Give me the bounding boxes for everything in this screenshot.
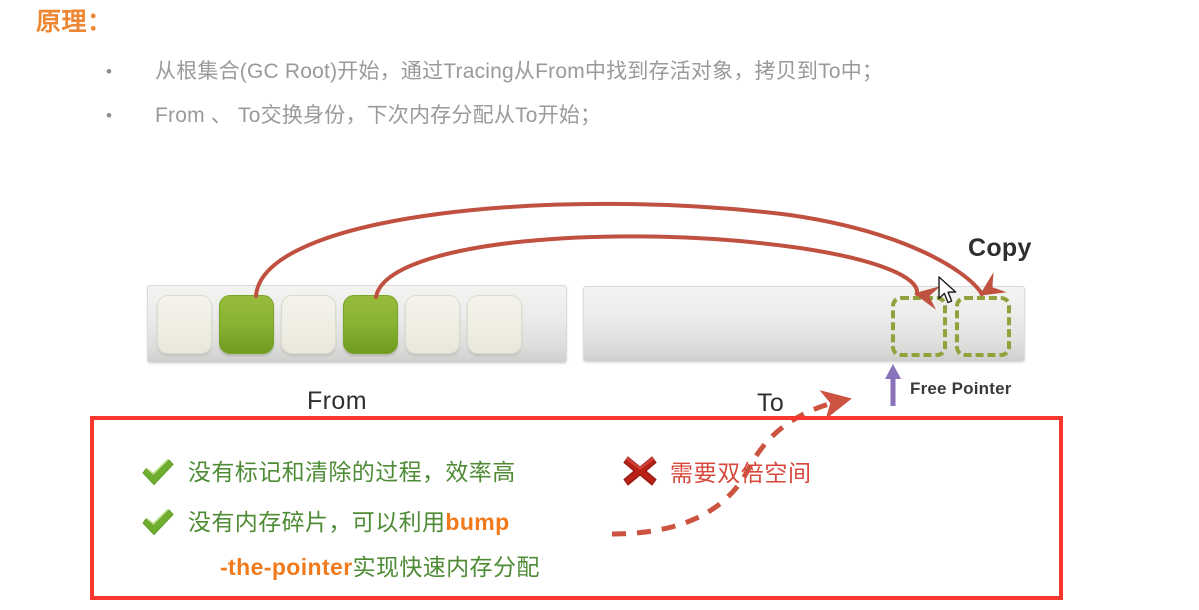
bullet-text: 从根集合(GC Root)开始，通过Tracing从From中找到存活对象，拷贝… xyxy=(155,60,884,83)
memory-cell-free xyxy=(405,295,460,354)
list-item: • 从根集合(GC Root)开始，通过Tracing从From中找到存活对象，… xyxy=(106,58,1196,88)
pro-continuation-text: 实现快速内存分配 xyxy=(352,554,540,580)
pro-item-continuation: -the-pointer实现快速内存分配 xyxy=(220,551,540,583)
memory-cell-free xyxy=(157,295,212,354)
memory-cell-copied xyxy=(891,296,947,357)
summary-callout-box: 没有标记和清除的过程，效率高 没有内存碎片，可以利用bump -the-poin… xyxy=(90,416,1063,600)
to-cell-group xyxy=(891,296,1011,357)
con-item: 需要双倍空间 xyxy=(621,454,812,488)
pro-text: 没有标记和清除的过程，效率高 xyxy=(188,459,516,485)
pro-item: 没有内存碎片，可以利用bump xyxy=(141,506,510,538)
memory-cell-free xyxy=(281,295,336,354)
memory-cell-copied xyxy=(955,296,1011,357)
list-item: • From 、 To交换身份，下次内存分配从To开始； xyxy=(106,102,1196,132)
to-label: To xyxy=(757,389,785,417)
copy-arrow-long xyxy=(254,201,1007,298)
green-check-icon xyxy=(142,459,174,486)
pro-item: 没有标记和清除的过程，效率高 xyxy=(141,456,516,488)
page-title: 原理： xyxy=(36,8,113,36)
bullet-marker-icon: • xyxy=(106,106,112,125)
from-cell-group xyxy=(157,295,522,354)
memory-cell-live xyxy=(343,295,398,354)
free-pointer-label: Free Pointer xyxy=(910,379,1012,398)
bullet-text: From 、 To交换身份，下次内存分配从To开始； xyxy=(155,104,602,127)
pro-text-plain: 没有内存碎片，可以利用 xyxy=(188,509,446,535)
memory-cell-live xyxy=(219,295,274,354)
mouse-cursor-icon xyxy=(938,276,957,304)
bump-accent-text: bump xyxy=(445,509,510,535)
from-label: From xyxy=(307,387,367,415)
copy-arrow-short xyxy=(374,234,941,310)
memory-cell-free xyxy=(467,295,522,354)
red-x-icon xyxy=(623,456,657,486)
free-pointer-arrow xyxy=(885,364,901,406)
green-check-icon xyxy=(142,509,174,536)
bullet-marker-icon: • xyxy=(106,62,112,81)
the-pointer-accent-text: -the-pointer xyxy=(220,554,353,580)
copy-label: Copy xyxy=(968,234,1032,262)
con-text: 需要双倍空间 xyxy=(670,460,812,486)
principle-bullet-list: • 从根集合(GC Root)开始，通过Tracing从From中找到存活对象，… xyxy=(106,58,1196,146)
to-memory-region xyxy=(583,286,1025,362)
from-memory-region xyxy=(147,285,567,363)
pro-text-line2: 没有内存碎片，可以利用bump xyxy=(188,506,510,538)
